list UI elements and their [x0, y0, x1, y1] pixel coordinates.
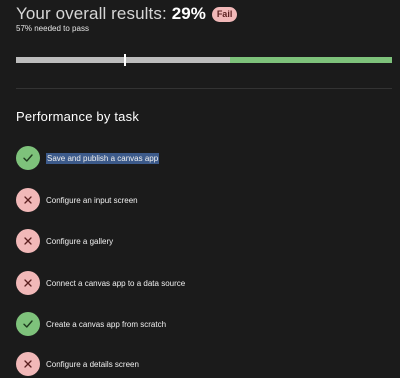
score-bar-pass-zone [230, 57, 392, 63]
pass-requirement: 57% needed to pass [16, 24, 89, 33]
task-item-4: Connect a canvas app to a data source [16, 271, 185, 295]
results-header: Your overall results: 29% Fail [16, 4, 238, 24]
results-score: 29% [171, 4, 206, 23]
results-title: Your overall results: [16, 4, 167, 23]
task-label: Connect a canvas app to a data source [46, 278, 186, 288]
task-item-1: Save and publish a canvas app [16, 146, 160, 170]
task-item-2: Configure an input screen [16, 188, 138, 212]
status-badge: Fail [211, 6, 238, 22]
x-icon [16, 271, 40, 295]
task-item-5: Create a canvas app from scratch [16, 312, 166, 336]
section-title: Performance by task [16, 109, 140, 124]
task-label: Configure an input screen [46, 195, 138, 205]
score-marker [124, 54, 127, 66]
score-bar [16, 54, 392, 66]
task-item-3: Configure a gallery [16, 229, 113, 253]
check-icon [16, 146, 40, 170]
x-icon [16, 352, 40, 376]
task-item-6: Configure a details screen [16, 352, 139, 376]
task-label: Save and publish a canvas app [46, 152, 160, 164]
x-icon [16, 188, 40, 212]
check-icon [16, 312, 40, 336]
task-label: Create a canvas app from scratch [46, 319, 167, 329]
task-label: Configure a details screen [46, 359, 139, 369]
divider [16, 88, 392, 89]
x-icon [16, 229, 40, 253]
task-label: Configure a gallery [46, 236, 114, 246]
